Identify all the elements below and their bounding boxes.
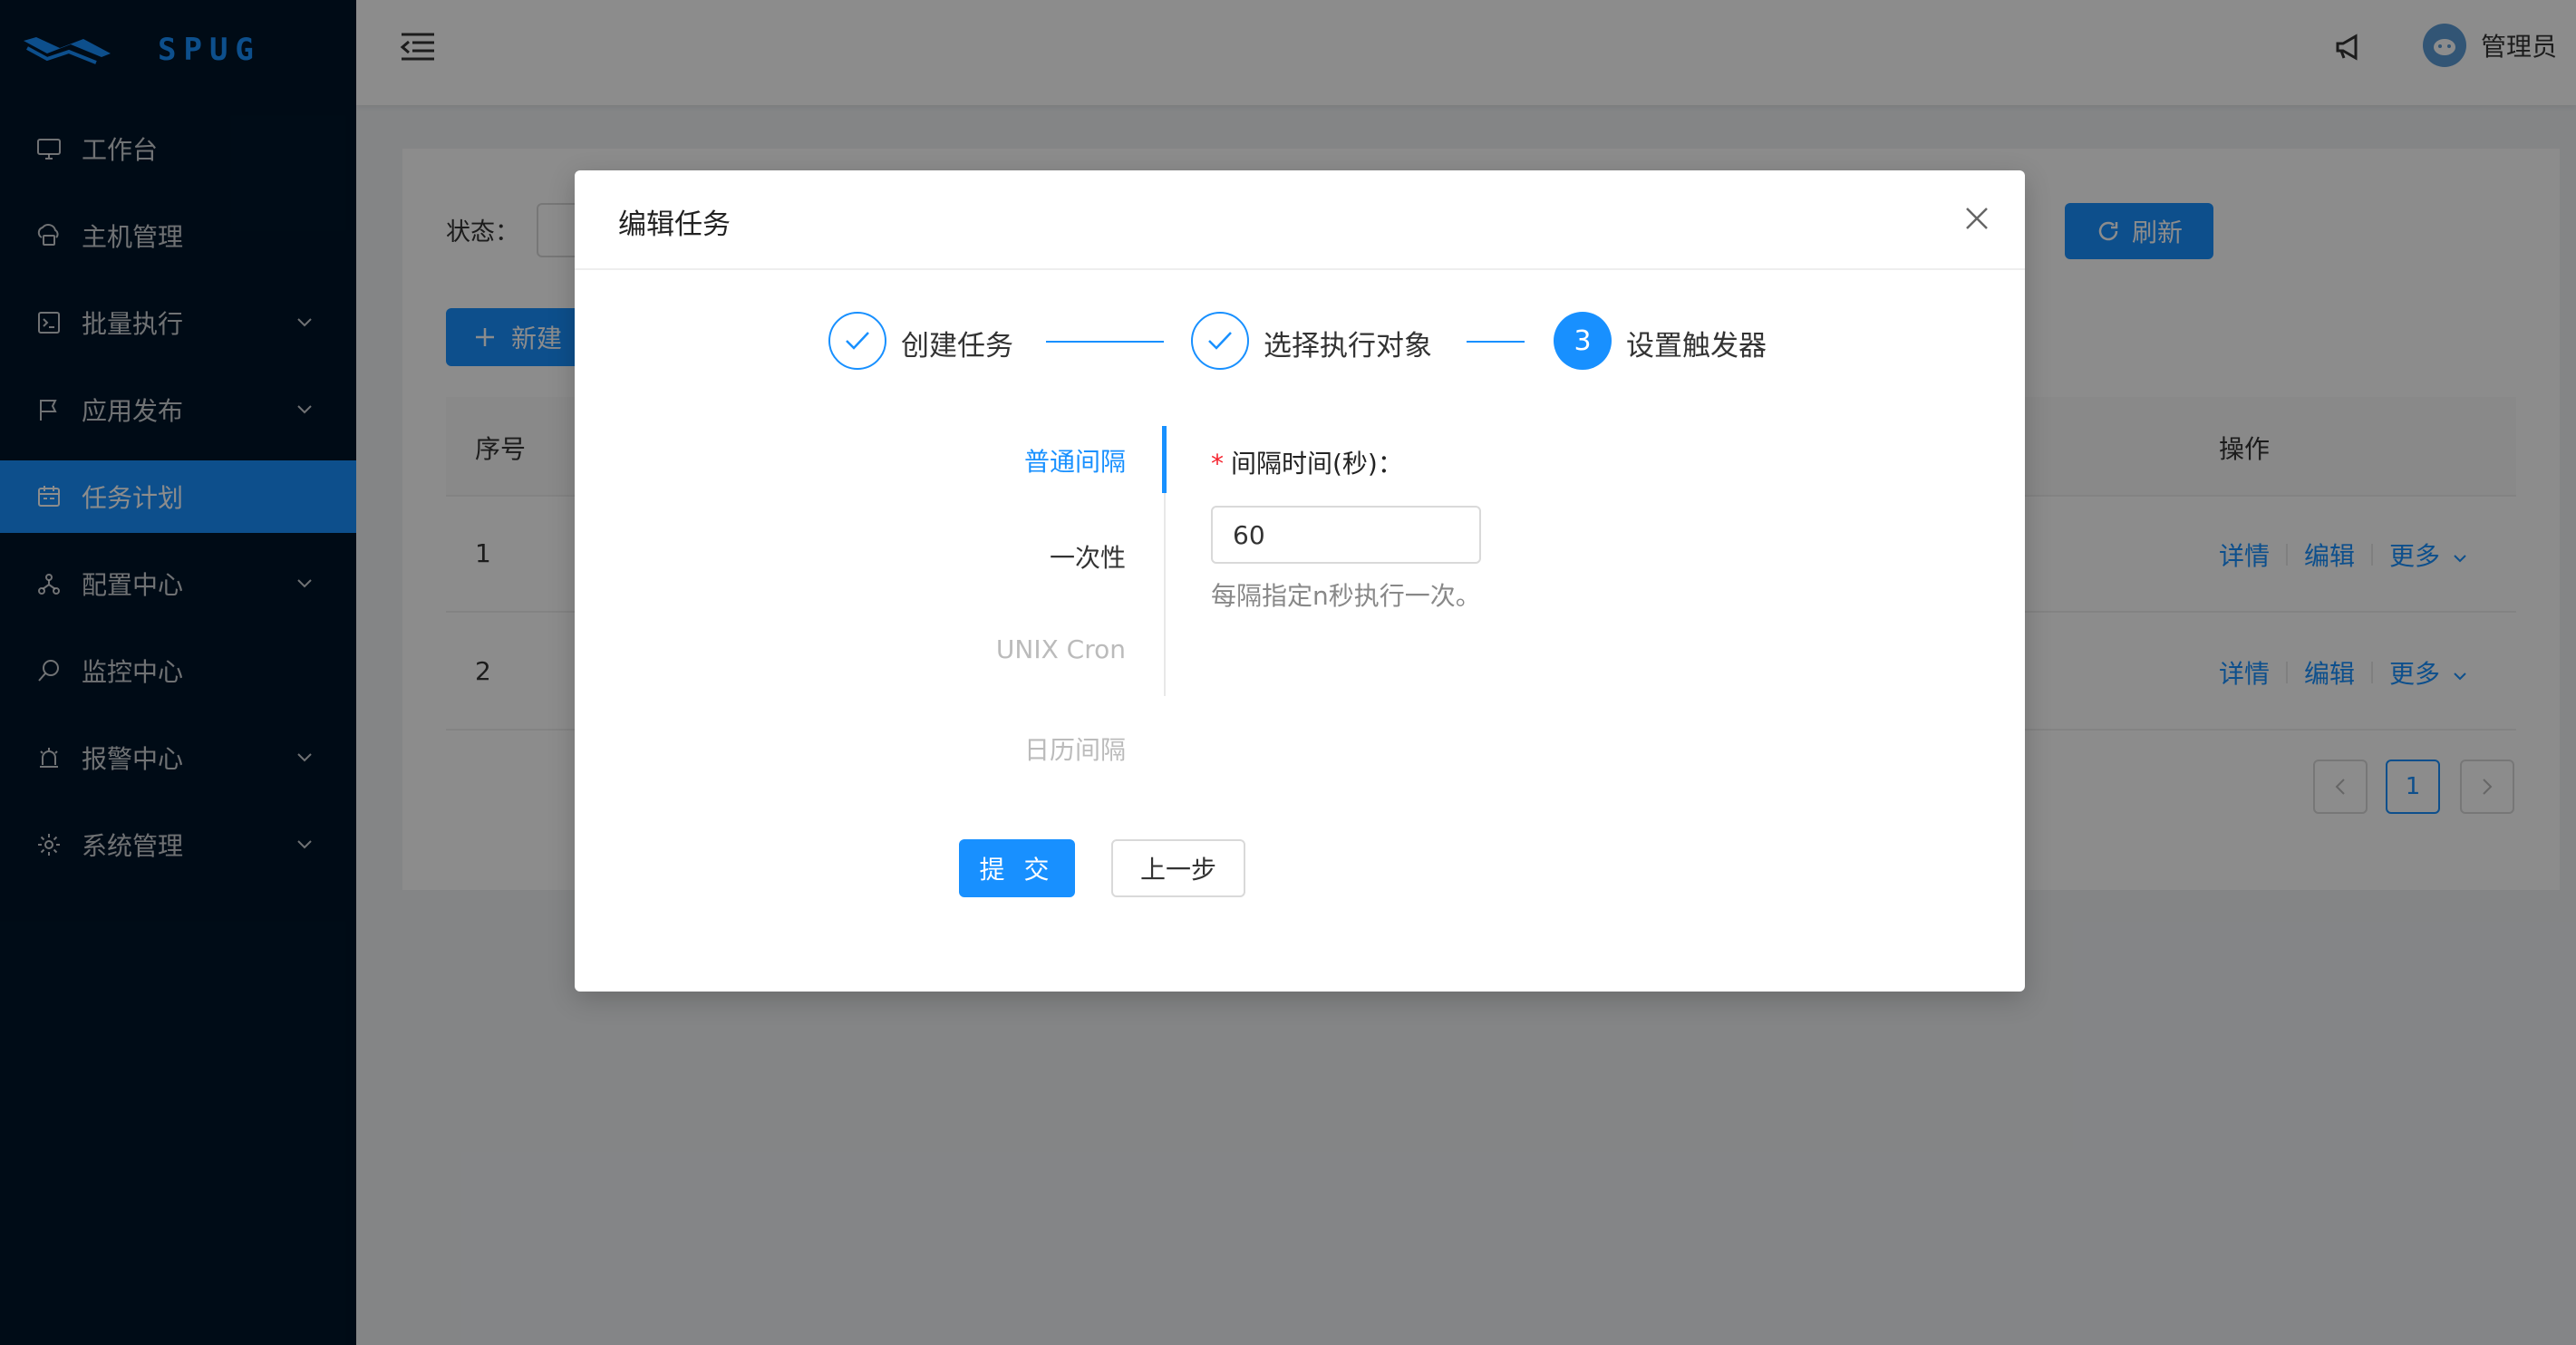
- step-1-label: 创建任务: [901, 330, 1013, 363]
- step-2-status: [1191, 312, 1249, 370]
- interval-help-text: 每隔指定n秒执行一次。: [1211, 581, 1481, 611]
- required-mark: *: [1211, 449, 1224, 479]
- previous-step-button[interactable]: 上一步: [1111, 839, 1245, 897]
- step-2-label: 选择执行对象: [1264, 330, 1432, 363]
- interval-field-label: * 间隔时间(秒)：: [1211, 444, 1403, 480]
- tab-calendar-interval: 日历间隔: [1023, 735, 1126, 765]
- interval-seconds-input[interactable]: [1211, 506, 1481, 564]
- check-icon: [846, 332, 869, 350]
- tab-interval[interactable]: 普通间隔: [854, 442, 1126, 479]
- check-icon: [1208, 332, 1232, 350]
- close-icon[interactable]: [1961, 203, 1992, 234]
- step-connector: [1467, 341, 1525, 343]
- modal-header-divider: [575, 268, 2025, 270]
- tab-unix-cron: UNIX Cron: [995, 634, 1126, 664]
- tab-ink-bar: [1162, 426, 1167, 493]
- modal-title: 编辑任务: [618, 208, 731, 241]
- tab-once[interactable]: 一次性: [854, 538, 1126, 575]
- edit-task-modal: 编辑任务 创建任务 选择执行对象 3 设置触发器 普通间隔 一次性 UNIX C…: [575, 170, 2025, 992]
- step-3-label: 设置触发器: [1626, 330, 1767, 363]
- submit-button[interactable]: 提 交: [959, 839, 1075, 897]
- step-1-status: [828, 312, 886, 370]
- step-connector: [1046, 341, 1164, 343]
- step-3-status: 3: [1554, 312, 1612, 370]
- interval-label-text: 间隔时间(秒)：: [1231, 449, 1403, 479]
